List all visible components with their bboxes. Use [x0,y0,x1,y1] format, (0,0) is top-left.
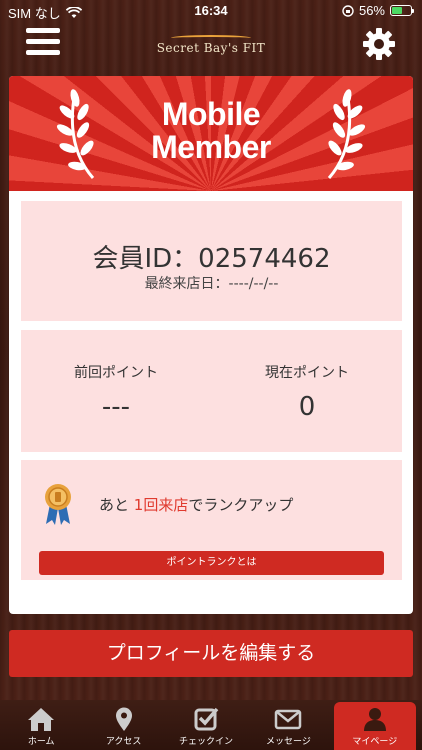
rank-panel: あと 1回来店でランクアップ ポイントランクとは [21,460,402,580]
previous-points-value: --- [101,392,131,422]
tab-mypage[interactable]: マイページ [333,702,417,750]
member-info-panel: 会員ID：02574462 最終来店日：----/--/-- [21,201,402,321]
orientation-lock-icon [342,4,354,17]
tab-label: チェックイン [179,737,234,747]
map-pin-icon [115,707,132,731]
tab-message[interactable]: メッセージ [247,700,329,750]
gear-icon[interactable] [362,27,396,61]
user-icon [363,708,386,731]
point-rank-info-button[interactable]: ポイントランクとは [39,551,384,575]
logo-text: Secret Bay's FIT [156,41,266,55]
previous-points-label: 前回ポイント [74,365,158,381]
tab-home[interactable]: ホーム [0,700,82,750]
tab-access[interactable]: アクセス [82,700,164,750]
envelope-icon [275,709,302,730]
tab-checkin[interactable]: チェックイン [165,700,247,750]
tab-label: マイページ [352,737,398,747]
tab-bar: ホーム アクセス チェックイン メッセージ マイページ [0,700,422,750]
last-visit-date: 最終来店日：----/--/-- [144,276,279,292]
mobile-member-banner: Mobile Member [9,76,413,191]
rank-prefix: あと [99,496,134,514]
points-panel: 前回ポイント --- 現在ポイント 0 [21,330,402,452]
member-card: Mobile Member 会員ID：02574462 最終来店日：----/-… [9,76,413,614]
tab-label: ホーム [27,737,55,747]
medal-icon [45,484,71,525]
app-logo: Secret Bay's FIT [0,35,422,55]
rank-highlight: 1回来店 [133,496,189,514]
current-points-label: 現在ポイント [265,365,349,381]
previous-points: 前回ポイント --- [21,362,211,422]
edit-profile-button[interactable]: プロフィールを編集する [9,630,413,677]
member-id: 会員ID：02574462 [92,244,331,274]
battery-percent: 56% [358,3,385,18]
checkbox-icon [194,707,219,731]
tab-label: メッセージ [266,737,311,747]
battery-icon [390,5,414,16]
app-header: Secret Bay's FIT [0,22,422,66]
laurel-icon [327,89,366,179]
home-icon [28,708,55,731]
current-points: 現在ポイント 0 [212,362,402,422]
rank-suffix: でランクアップ [188,496,294,514]
rank-up-message: あと 1回来店でランクアップ [99,494,293,515]
tab-label: アクセス [105,737,142,747]
current-points-value: 0 [298,392,316,422]
status-bar: SIM なし 16:34 56% [0,0,422,22]
